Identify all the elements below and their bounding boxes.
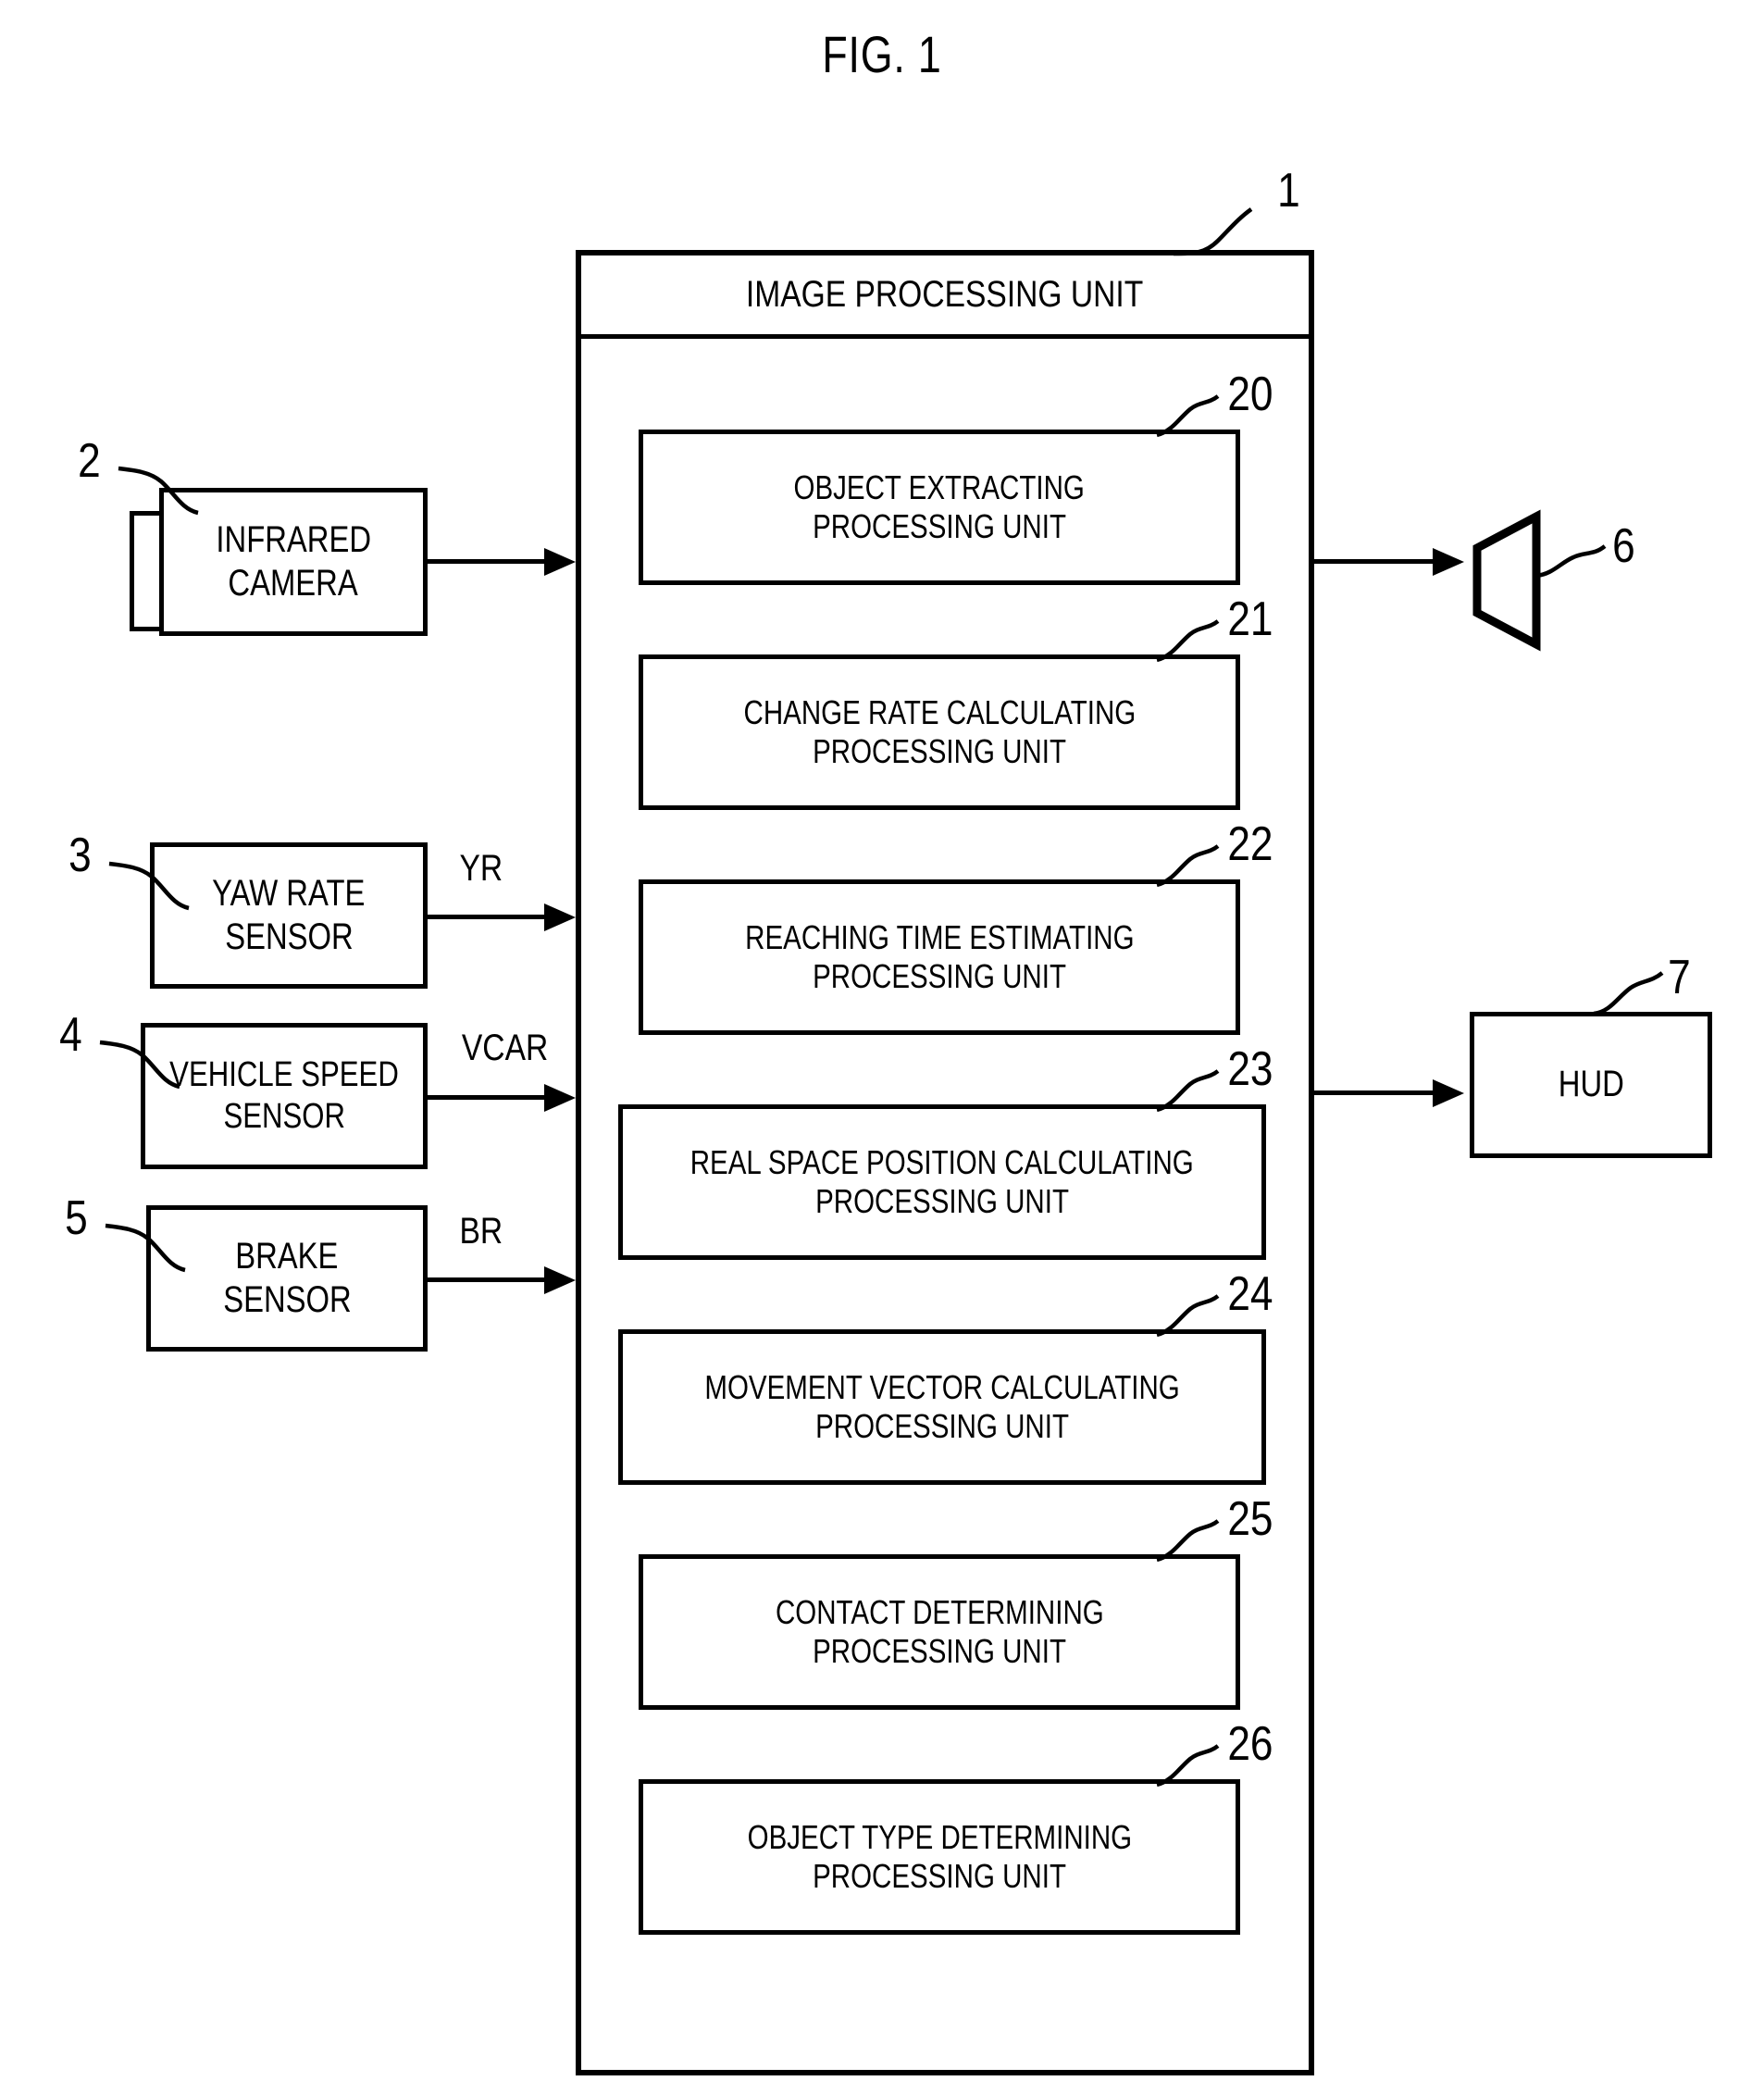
ref-numeral-25: 25 xyxy=(1227,1492,1273,1546)
hud-box[interactable]: HUD xyxy=(1470,1012,1712,1158)
leader-line-5 xyxy=(105,1223,186,1273)
yaw-rate-sensor-line1: YAW RATE xyxy=(212,872,366,914)
infrared-camera-line2: CAMERA xyxy=(228,563,359,604)
leader-line-4 xyxy=(99,1040,180,1090)
image-processing-unit-title: IMAGE PROCESSING UNIT xyxy=(746,274,1144,315)
ref-numeral-4: 4 xyxy=(59,1008,82,1062)
vehicle-speed-sensor-line1: VEHICLE SPEED xyxy=(169,1055,399,1095)
module-movement-vector-calculating[interactable]: MOVEMENT VECTOR CALCULATING PROCESSING U… xyxy=(618,1329,1266,1485)
ref-numeral-21: 21 xyxy=(1227,592,1273,646)
module-line2: PROCESSING UNIT xyxy=(813,732,1066,770)
signal-label-yr: YR xyxy=(459,848,503,889)
signal-label-vcar: VCAR xyxy=(461,1028,549,1068)
ref-numeral-7: 7 xyxy=(1668,951,1691,1004)
arrowhead-hud xyxy=(1433,1079,1464,1107)
module-line1: OBJECT TYPE DETERMINING xyxy=(747,1817,1132,1856)
ref-numeral-6: 6 xyxy=(1612,519,1635,573)
ref-numeral-3: 3 xyxy=(68,829,92,882)
module-line1: CONTACT DETERMINING xyxy=(775,1592,1104,1631)
vehicle-speed-sensor-line2: SENSOR xyxy=(223,1097,345,1136)
ref-numeral-22: 22 xyxy=(1227,817,1273,871)
connector-vcar-to-unit xyxy=(428,1095,561,1100)
leader-line-2 xyxy=(118,466,199,516)
arrowhead-yaw xyxy=(544,903,576,931)
ref-numeral-5: 5 xyxy=(65,1191,88,1245)
ref-numeral-1: 1 xyxy=(1277,164,1300,218)
module-line2: PROCESSING UNIT xyxy=(813,1632,1066,1670)
arrowhead-br xyxy=(544,1266,576,1294)
module-line2: PROCESSING UNIT xyxy=(813,957,1066,995)
module-change-rate-calculating[interactable]: CHANGE RATE CALCULATING PROCESSING UNIT xyxy=(639,654,1240,810)
figure-title: FIG. 1 xyxy=(822,25,942,83)
module-line1: CHANGE RATE CALCULATING xyxy=(743,692,1136,731)
hud-label: HUD xyxy=(1558,1064,1624,1105)
brake-sensor-line2: SENSOR xyxy=(222,1279,352,1320)
module-line1: MOVEMENT VECTOR CALCULATING xyxy=(704,1367,1180,1406)
module-object-extracting[interactable]: OBJECT EXTRACTING PROCESSING UNIT xyxy=(639,430,1240,585)
image-processing-unit-header: IMAGE PROCESSING UNIT xyxy=(581,255,1309,339)
connector-yaw-to-unit xyxy=(428,915,561,919)
module-line1: OBJECT EXTRACTING xyxy=(793,467,1086,506)
arrowhead-speaker xyxy=(1433,548,1464,576)
module-line2: PROCESSING UNIT xyxy=(813,507,1066,545)
signal-label-br: BR xyxy=(459,1211,503,1252)
module-contact-determining[interactable]: CONTACT DETERMINING PROCESSING UNIT xyxy=(639,1554,1240,1710)
module-line1: REAL SPACE POSITION CALCULATING xyxy=(689,1142,1195,1181)
connector-camera-to-unit xyxy=(428,559,561,564)
ref-numeral-24: 24 xyxy=(1227,1267,1273,1321)
connector-unit-to-speaker xyxy=(1314,559,1446,564)
ref-numeral-20: 20 xyxy=(1227,368,1273,421)
arrowhead-camera xyxy=(544,548,576,576)
module-line2: PROCESSING UNIT xyxy=(815,1182,1069,1220)
ref-numeral-26: 26 xyxy=(1227,1717,1273,1771)
connector-br-to-unit xyxy=(428,1277,561,1282)
connector-unit-to-hud xyxy=(1314,1090,1446,1095)
module-line2: PROCESSING UNIT xyxy=(815,1407,1069,1445)
arrowhead-vcar xyxy=(544,1084,576,1112)
leader-line-3 xyxy=(108,861,190,911)
module-object-type-determining[interactable]: OBJECT TYPE DETERMINING PROCESSING UNIT xyxy=(639,1779,1240,1935)
ref-numeral-23: 23 xyxy=(1227,1042,1273,1096)
module-real-space-position-calculating[interactable]: REAL SPACE POSITION CALCULATING PROCESSI… xyxy=(618,1104,1266,1260)
module-line2: PROCESSING UNIT xyxy=(813,1857,1066,1895)
ref-numeral-2: 2 xyxy=(78,434,101,488)
brake-sensor-line1: BRAKE xyxy=(235,1235,339,1277)
infrared-camera-line1: INFRARED xyxy=(216,518,371,560)
module-line1: REACHING TIME ESTIMATING xyxy=(744,917,1135,956)
yaw-rate-sensor-line2: SENSOR xyxy=(224,916,354,957)
module-reaching-time-estimating[interactable]: REACHING TIME ESTIMATING PROCESSING UNIT xyxy=(639,879,1240,1035)
